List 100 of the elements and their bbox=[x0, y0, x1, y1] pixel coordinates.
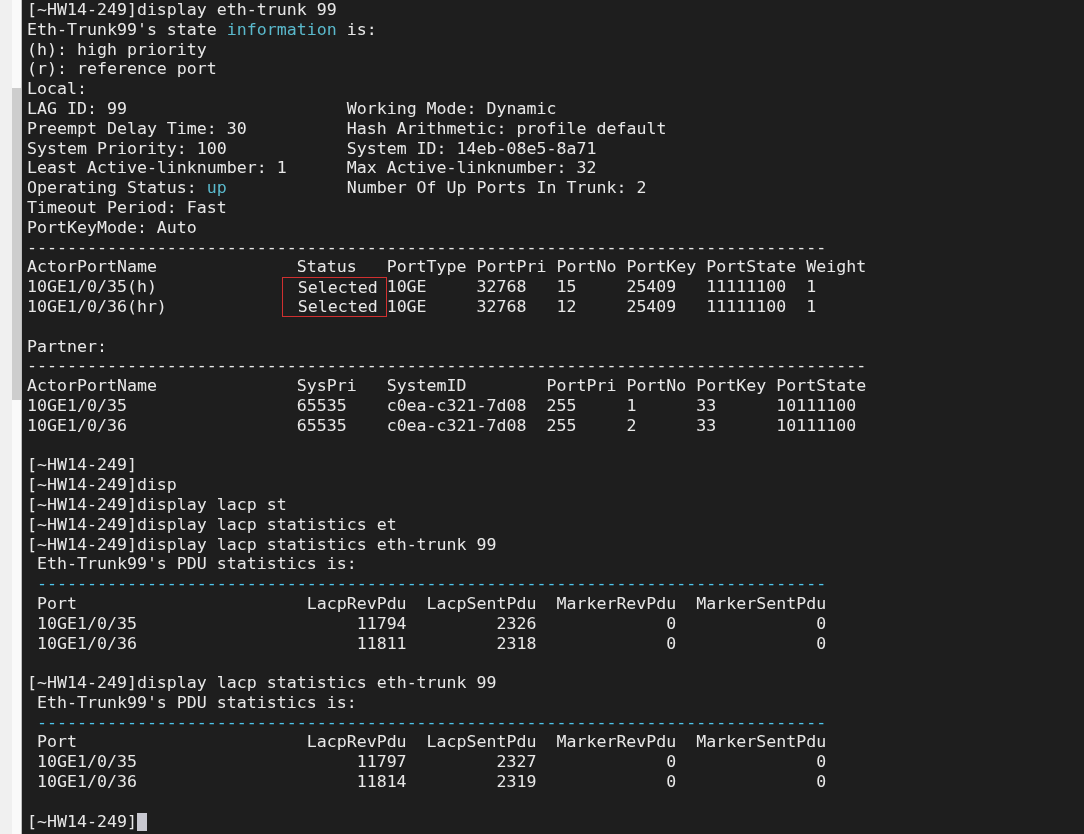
terminal-text: System Priority: 100 bbox=[27, 138, 227, 158]
terminal-text: Operating Status: bbox=[27, 178, 198, 198]
table-cell-text: 0 bbox=[665, 772, 677, 792]
column-header: PortNo bbox=[556, 257, 618, 278]
separator-line: ------------------------------------------------------------------------------- bbox=[36, 574, 827, 594]
column-header: PortNo bbox=[626, 376, 688, 396]
table-cell-text: 0 bbox=[665, 613, 677, 634]
column-header: PortState bbox=[706, 257, 798, 278]
separator-line: ------------------------------------------------------------------------------------ bbox=[27, 356, 867, 377]
table-cell-text: c0ea-c321-7d08 bbox=[386, 395, 528, 416]
column-header: ActorPortName bbox=[27, 257, 158, 278]
table-cell-text: 2319 bbox=[495, 772, 537, 792]
table-cell-text: 0 bbox=[665, 633, 677, 654]
table-cell-text: 10GE1/0/35 bbox=[37, 752, 138, 773]
table-cell-text: 255 bbox=[546, 415, 578, 436]
column-header: PortPri bbox=[476, 257, 548, 278]
terminal-line: Local: bbox=[27, 79, 87, 99]
scrollbar[interactable] bbox=[12, 0, 22, 834]
column-header: MarkerRevPdu bbox=[555, 732, 677, 753]
terminal-line: [~HW14-249]display lacp statistics eth-trunk 99 bbox=[27, 534, 497, 555]
table-cell-text: c0ea-c321-7d08 bbox=[386, 415, 528, 436]
terminal-text: LAG ID: 99 bbox=[27, 99, 127, 118]
terminal-text: System ID: 14eb-08e5-8a71 bbox=[346, 138, 597, 159]
separator-line: -------------------------------------------------------------------------------- bbox=[27, 237, 827, 258]
table-cell-text: 0 bbox=[815, 633, 827, 654]
separator-line: ------------------------------------------------------------------------------- bbox=[36, 712, 827, 733]
table-cell-text: 1 bbox=[806, 296, 818, 317]
terminal-line: [~HW14-249] bbox=[27, 455, 137, 476]
table-cell-text: 2326 bbox=[495, 613, 537, 634]
table-cell-text: 10GE1/0/36 bbox=[37, 772, 138, 792]
column-header: SystemID bbox=[386, 376, 468, 396]
table-cell-text: 65535 bbox=[296, 415, 348, 436]
terminal-line: Eth-Trunk99's PDU statistics is: bbox=[36, 692, 357, 713]
table-cell-text: 255 bbox=[546, 395, 578, 416]
table-cell-text: 32768 bbox=[476, 296, 528, 317]
table-cell-text: 33 bbox=[696, 415, 718, 436]
column-header: ActorPortName bbox=[27, 376, 158, 396]
column-header: LacpRevPdu bbox=[305, 732, 407, 753]
table-cell-text: 10GE1/0/35(h) bbox=[27, 277, 158, 297]
column-header: PortPri bbox=[546, 376, 618, 396]
table-cell-text: 1 bbox=[806, 277, 818, 297]
column-header: LacpSentPdu bbox=[425, 732, 537, 753]
column-header: PortState bbox=[776, 376, 868, 396]
column-header: PortKey bbox=[626, 257, 698, 278]
table-cell-text: 11797 bbox=[355, 752, 407, 773]
table-cell-text: 10GE1/0/35 bbox=[27, 395, 128, 416]
table-cell-text: 10111100 bbox=[776, 415, 858, 436]
table-cell-text: 0 bbox=[815, 752, 827, 773]
table-cell-text: 0 bbox=[815, 613, 827, 634]
column-header: Status bbox=[296, 257, 358, 278]
table-cell-text: 10GE bbox=[386, 296, 428, 317]
column-header: LacpSentPdu bbox=[425, 593, 537, 614]
column-header: PortKey bbox=[696, 376, 768, 396]
table-cell-text: 10GE bbox=[386, 277, 428, 297]
terminal-text: up bbox=[206, 178, 227, 198]
table-cell-text: 25409 bbox=[626, 296, 678, 317]
table-cell-text: 2327 bbox=[495, 752, 537, 773]
terminal-text: Least Active-linknumber: 1 bbox=[27, 158, 287, 178]
table-cell: Selected bbox=[281, 277, 387, 297]
table-cell-text: 10GE1/0/36 bbox=[27, 415, 128, 436]
table-cell-text: 1 bbox=[626, 395, 638, 416]
terminal-line: [~HW14-249]display eth-trunk 99 bbox=[27, 0, 337, 20]
terminal-text: Max Active-linknumber: 32 bbox=[346, 158, 597, 179]
column-header: LacpRevPdu bbox=[305, 593, 407, 614]
table-cell: Selected bbox=[281, 296, 387, 317]
terminal-line: [~HW14-249]display lacp statistics et bbox=[27, 514, 397, 535]
terminal-line: (r): reference port bbox=[27, 59, 217, 80]
column-header: PortType bbox=[386, 257, 468, 278]
terminal-line: [~HW14-249]display lacp st bbox=[27, 494, 287, 515]
table-cell-text: 11814 bbox=[355, 772, 407, 792]
table-cell-text: 10111100 bbox=[776, 395, 858, 416]
terminal-text: Number Of Up Ports In Trunk: 2 bbox=[346, 178, 647, 198]
table-cell-text: 11111100 bbox=[706, 296, 788, 317]
table-cell-text: 0 bbox=[665, 752, 677, 773]
table-cell-text: 25409 bbox=[626, 277, 678, 297]
command-prompt: [~HW14-249] bbox=[27, 811, 137, 832]
terminal-text: Working Mode: Dynamic bbox=[346, 99, 557, 119]
column-header: Weight bbox=[806, 257, 868, 278]
table-cell-text: 10GE1/0/36(hr) bbox=[27, 296, 168, 317]
terminal-text: is: bbox=[345, 19, 377, 40]
terminal-line: Partner: bbox=[27, 336, 107, 357]
column-header: Port bbox=[37, 732, 78, 753]
table-cell-text: 12 bbox=[556, 296, 578, 317]
terminal-line: Timeout Period: Fast bbox=[27, 197, 227, 218]
table-cell-text: 11811 bbox=[355, 633, 407, 654]
table-cell-text: 33 bbox=[696, 395, 718, 416]
table-cell-text: 65535 bbox=[296, 395, 348, 416]
table-cell-text: 10GE1/0/35 bbox=[37, 613, 138, 634]
column-header: MarkerSentPdu bbox=[695, 593, 827, 614]
terminal-line: Eth-Trunk99's PDU statistics is: bbox=[36, 554, 357, 575]
table-cell-text: 11794 bbox=[355, 613, 407, 634]
column-header: MarkerSentPdu bbox=[695, 732, 827, 753]
terminal-line: (h): high priority bbox=[27, 39, 207, 60]
terminal-text: information bbox=[226, 19, 337, 40]
table-cell-text: 11111100 bbox=[706, 277, 788, 297]
column-header: Port bbox=[37, 593, 78, 614]
terminal-text: Eth-Trunk99's state bbox=[27, 19, 218, 40]
terminal-text: Preempt Delay Time: 30 bbox=[27, 118, 247, 138]
column-header: SysPri bbox=[296, 376, 358, 396]
terminal-line: [~HW14-249]disp bbox=[27, 475, 177, 495]
